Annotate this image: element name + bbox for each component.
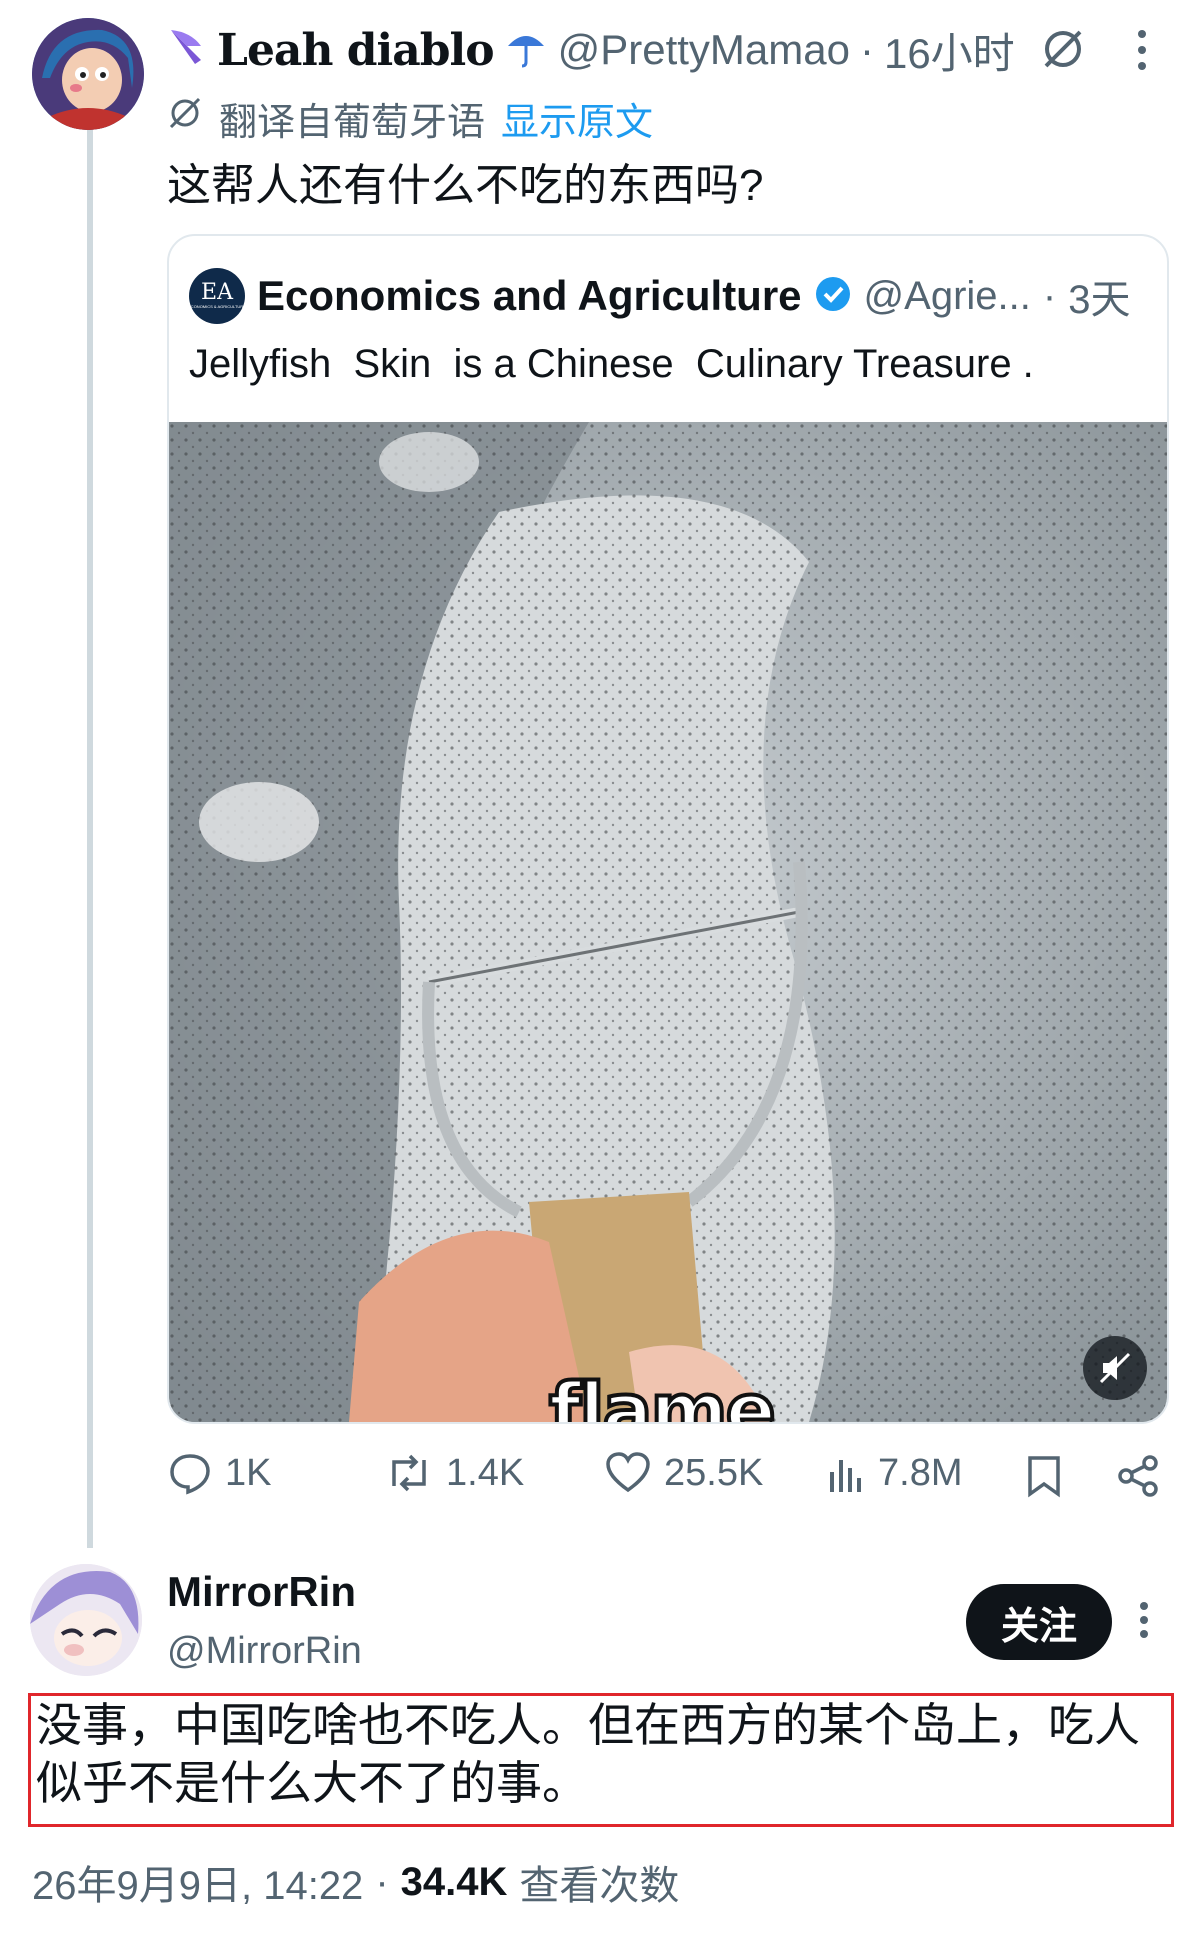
quote-author-handle[interactable]: @Agrie...	[864, 274, 1031, 319]
tweet-header: Leah diablo @PrettyMamao · 16小时	[167, 20, 1015, 80]
tweet-text: 这帮人还有什么不吃的东西吗?	[167, 161, 764, 210]
like-count: 25.5K	[664, 1451, 764, 1494]
reply-text: 没事，中国吃啥也不吃人。但在西方的某个岛上，吃人似乎不是什么大不了的事。	[36, 1699, 1140, 1809]
muted-speaker-icon[interactable]	[1083, 1336, 1147, 1400]
video-thumbnail[interactable]: flame	[169, 422, 1167, 1422]
quoted-tweet-card[interactable]: EA ECONOMICS & AGRICULTURE Economics and…	[167, 234, 1169, 1424]
quote-text: Jellyfish Skin is a Chinese Culinary Tre…	[189, 342, 1034, 386]
quote-avatar[interactable]: EA ECONOMICS & AGRICULTURE	[188, 268, 246, 324]
quote-separator-dot: ·	[1042, 273, 1057, 318]
video-caption: flame	[547, 1366, 778, 1422]
retweet-count: 1.4K	[446, 1451, 525, 1494]
quote-header: EA ECONOMICS & AGRICULTURE Economics and…	[188, 264, 1130, 328]
translate-row: 翻译自葡萄牙语 显示原文	[167, 90, 653, 146]
tweet-time[interactable]: 16小时	[884, 20, 1015, 81]
views-count: 7.8M	[878, 1451, 963, 1494]
author-handle[interactable]: @PrettyMamao	[558, 26, 850, 74]
views-chart-icon	[830, 1460, 861, 1492]
reply-avatar[interactable]	[30, 1564, 142, 1676]
meta-separator-dot: ·	[375, 1859, 389, 1904]
grok-icon[interactable]	[1040, 26, 1086, 72]
reply-more-icon[interactable]	[1136, 1600, 1152, 1640]
author-avatar[interactable]	[32, 18, 144, 130]
author-name[interactable]: Leah diablo	[217, 25, 495, 76]
reply-views-count: 34.4K	[400, 1859, 508, 1904]
umbrella-purple-icon	[167, 26, 207, 75]
reply-action[interactable]: 1K	[167, 1450, 271, 1496]
translated-from-label: 翻译自葡萄牙语	[219, 101, 486, 144]
separator-dot: ·	[859, 26, 874, 73]
translate-icon	[167, 95, 203, 141]
reply-meta: 26年9月9日, 14:22 · 34.4K 查看次数	[32, 1852, 679, 1912]
like-action[interactable]: 25.5K	[604, 1450, 763, 1496]
quote-author-name[interactable]: Economics and Agriculture	[257, 272, 802, 320]
follow-button[interactable]: 关注	[966, 1584, 1112, 1660]
reply-author-handle[interactable]: @MirrorRin	[167, 1630, 362, 1673]
views-action[interactable]: 7.8M	[826, 1450, 962, 1496]
jellyfish-peeling-image	[169, 422, 1167, 1422]
share-icon[interactable]	[1116, 1454, 1160, 1498]
reply-author-name[interactable]: MirrorRin	[167, 1568, 356, 1616]
umbrella-blue-icon	[504, 26, 548, 75]
thread-line	[87, 128, 93, 1548]
reply-views-label: 查看次数	[519, 1864, 680, 1908]
verified-badge-icon	[814, 275, 852, 318]
reply-icon	[170, 1454, 210, 1495]
bookmark-icon[interactable]	[1024, 1454, 1064, 1498]
more-icon[interactable]	[1132, 28, 1152, 72]
quote-time[interactable]: 3天	[1068, 267, 1130, 325]
quote-avatar-logo: EA	[201, 280, 233, 305]
quote-avatar-sub: ECONOMICS & AGRICULTURE	[188, 304, 246, 309]
retweet-icon	[392, 1454, 426, 1492]
reply-count: 1K	[225, 1451, 272, 1494]
reply-timestamp[interactable]: 26年9月9日, 14:22	[32, 1853, 363, 1911]
show-original-link[interactable]: 显示原文	[501, 91, 653, 146]
retweet-action[interactable]: 1.4K	[384, 1450, 524, 1496]
heart-icon	[606, 1452, 650, 1493]
